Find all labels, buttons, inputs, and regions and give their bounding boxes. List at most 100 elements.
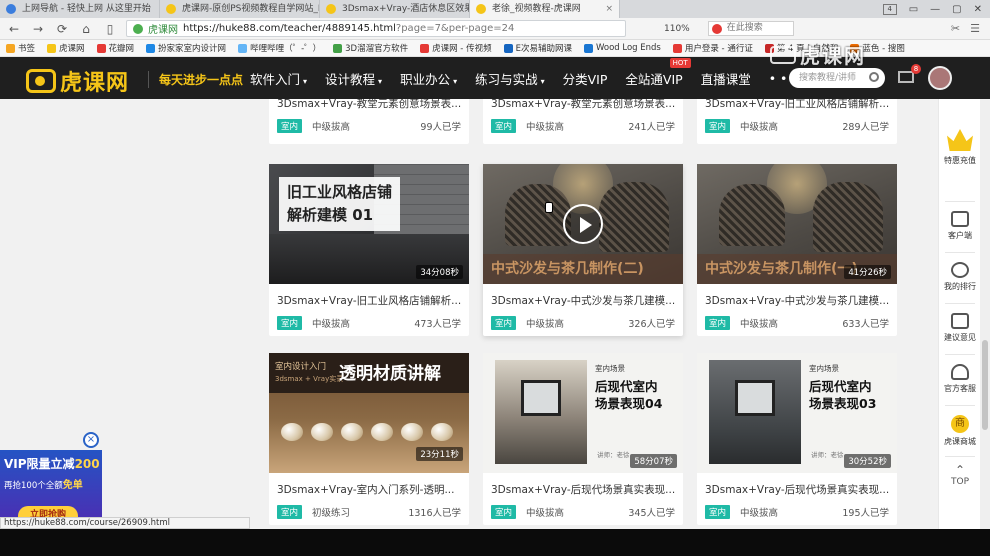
sidebar-item-client[interactable]: 客户端 (939, 211, 981, 241)
course-card[interactable]: 室内场景 后现代室内 场景表现03 讲师：老徐 30分52秒 3Dsmax+Vr… (697, 353, 897, 525)
course-title[interactable]: 3Dsmax+Vray-教堂元素创意场景表... (269, 99, 469, 111)
watermark-icon (770, 45, 796, 64)
mail-icon[interactable]: 8 (898, 64, 921, 83)
browser-tab-bar: 上网导航 - 轻快上网 从这里开始 虎课网-原创PS视频教程自学网站_P... … (0, 0, 990, 18)
learner-count: 326人已学 (628, 319, 675, 330)
back-to-top-button[interactable]: ⌃ TOP (939, 463, 981, 487)
thumbnail-title: 旧工业风格店铺 解析建模 01 (279, 177, 401, 231)
course-title[interactable]: 3Dsmax+Vray-室内入门系列-透明... (269, 473, 469, 497)
forward-icon[interactable]: → (30, 21, 46, 37)
course-card[interactable]: 中式沙发与茶几制作(二) 3Dsmax+Vray-中式沙发与茶几建模... 室内… (483, 164, 683, 336)
course-card[interactable]: 3Dsmax+Vray-旧工业风格店铺解析... 室内 中级拔高 289人已学 (697, 99, 897, 144)
crown-icon (947, 129, 973, 151)
page-scrollbar[interactable] (980, 99, 990, 529)
bookmark-icon (47, 43, 57, 53)
browser-search-box[interactable]: 在此搜索 (707, 21, 794, 36)
home-icon[interactable]: ⌂ (78, 21, 94, 37)
nav-item[interactable]: 直播课堂 (701, 69, 751, 88)
learner-count: 241人已学 (628, 122, 675, 133)
course-thumbnail[interactable]: 中式沙发与茶几制作(一) 41分26秒 (697, 164, 897, 284)
category-tag: 室内 (277, 316, 303, 330)
back-icon[interactable]: ← (6, 21, 22, 37)
play-icon[interactable] (563, 204, 603, 244)
bookmark-item[interactable]: 扮家家室内设计网 (146, 42, 226, 54)
course-title[interactable]: 3Dsmax+Vray-旧工业风格店铺解析... (697, 99, 897, 111)
course-card[interactable]: 室内设计入门 3dsmax + Vray实录 透明材质讲解 23分11秒 3Ds… (269, 353, 469, 525)
course-title[interactable]: 3Dsmax+Vray-旧工业风格店铺解析... (269, 284, 469, 308)
tab-close-icon[interactable]: × (605, 0, 613, 18)
site-logo[interactable]: 虎课网 (26, 65, 129, 97)
maximize-icon[interactable]: ▢ (952, 4, 961, 15)
course-title[interactable]: 3Dsmax+Vray-后现代场景真实表现... (483, 473, 683, 497)
course-level: 中级拔高 (312, 319, 351, 330)
learner-count: 345人已学 (628, 508, 675, 519)
sidebar-item-support[interactable]: 官方客服 (939, 364, 981, 394)
tab-count-icon[interactable]: 4 (882, 3, 897, 15)
nav-item[interactable]: 分类VIP (563, 69, 608, 88)
desktop-icon (951, 211, 969, 227)
refresh-icon[interactable]: ⟳ (54, 21, 70, 37)
sidebar-item-recharge[interactable]: 特惠充值 (939, 129, 981, 166)
learner-count: 289人已学 (842, 122, 889, 133)
bookmark-item[interactable]: 花瓣网 (96, 42, 134, 54)
vip-promo-ad[interactable]: VIP限量立减200 再抢100个全额免单 立即抢购 (0, 450, 102, 520)
course-card[interactable]: 中式沙发与茶几制作(一) 41分26秒 3Dsmax+Vray-中式沙发与茶几建… (697, 164, 897, 336)
chevron-down-icon: ▾ (540, 76, 545, 86)
bookmark-item[interactable]: E次易辅助网课 (503, 42, 572, 54)
bookmark-item[interactable]: 虎课网 (47, 42, 85, 54)
browser-tab-active[interactable]: 老徐_视频教程-虎课网 × (470, 0, 620, 18)
ad-close-icon[interactable]: × (83, 432, 99, 448)
close-window-icon[interactable]: ✕ (974, 4, 982, 15)
course-thumbnail[interactable]: 旧工业风格店铺 解析建模 01 34分08秒 (269, 164, 469, 284)
minimize-icon[interactable]: — (930, 4, 940, 15)
chevron-down-icon: ▾ (378, 76, 383, 86)
browser-tab[interactable]: 3Dsmax+Vray-酒店休息区效果表现 (320, 0, 470, 18)
bookmark-item[interactable]: 虎课网 - 传视频 (420, 42, 492, 54)
reader-icon[interactable]: ▯ (102, 21, 118, 37)
sidebar-item-feedback[interactable]: 建议意见 (939, 313, 981, 343)
secure-lock-icon (133, 23, 143, 34)
thumbnail-author: 讲师：老徐 (597, 451, 630, 459)
extension-icon[interactable]: ✂ (951, 22, 960, 35)
sidebar-item-ranking[interactable]: 我的排行 (939, 262, 981, 292)
promo-subline: 再抢100个全额免单 (4, 480, 83, 491)
scrollbar-thumb[interactable] (982, 340, 988, 430)
search-icon[interactable] (869, 72, 879, 82)
avatar[interactable] (928, 66, 952, 90)
nav-item[interactable]: 软件入门 ▾ (250, 69, 307, 88)
browser-tab[interactable]: 虎课网-原创PS视频教程自学网站_P... (160, 0, 320, 18)
sidebar-item-shop[interactable]: 商 虎课商城 (939, 415, 981, 447)
course-card[interactable]: 旧工业风格店铺 解析建模 01 34分08秒 3Dsmax+Vray-旧工业风格… (269, 164, 469, 336)
course-card[interactable]: 3Dsmax+Vray-教堂元素创意场景表... 室内 中级拔高 99人已学 (269, 99, 469, 144)
menu-icon[interactable]: ☰ (970, 22, 980, 35)
site-search-input[interactable]: 搜索教程/讲师 (789, 68, 885, 88)
window-controls: 4 ▭ — ▢ ✕ (882, 0, 990, 18)
category-tag: 室内 (277, 505, 303, 519)
zoom-level[interactable]: 110% (664, 24, 690, 34)
course-title[interactable]: 3Dsmax+Vray-中式沙发与茶几建模... (483, 284, 683, 308)
nav-item[interactable]: 设计教程 ▾ (325, 69, 382, 88)
course-thumbnail[interactable]: 室内设计入门 3dsmax + Vray实录 透明材质讲解 23分11秒 (269, 353, 469, 473)
course-title[interactable]: 3Dsmax+Vray-后现代场景真实表现... (697, 473, 897, 497)
bookmark-item[interactable]: 书签 (6, 42, 35, 54)
course-level: 中级拔高 (526, 122, 565, 133)
course-level: 中级拔高 (526, 319, 565, 330)
url-bar[interactable]: 虎课网 https://huke88.com/teacher/4889145.h… (126, 20, 626, 37)
nav-item[interactable]: 全站通VIP HOT (625, 57, 691, 88)
nav-item[interactable]: 职业办公 ▾ (400, 69, 457, 88)
restore-icon[interactable]: ▭ (909, 4, 918, 15)
course-thumbnail[interactable]: 中式沙发与茶几制作(二) (483, 164, 683, 284)
course-card[interactable]: 3Dsmax+Vray-教堂元素创意场景表... 室内 中级拔高 241人已学 (483, 99, 683, 144)
course-thumbnail[interactable]: 室内场景 后现代室内 场景表现03 讲师：老徐 30分52秒 (697, 353, 897, 473)
browser-tab[interactable]: 上网导航 - 轻快上网 从这里开始 (0, 0, 160, 18)
bookmark-item[interactable]: 3D溜溜官方软件 (333, 42, 408, 54)
course-title[interactable]: 3Dsmax+Vray-中式沙发与茶几建模... (697, 284, 897, 308)
bookmark-item[interactable]: 哔哩哔哩（゜-゜） (238, 42, 321, 54)
thumbnail-title: 中式沙发与茶几制作(一) (705, 261, 858, 277)
bookmark-item[interactable]: Wood Log Ends (583, 43, 661, 53)
course-title[interactable]: 3Dsmax+Vray-教堂元素创意场景表... (483, 99, 683, 111)
nav-item[interactable]: 练习与实战 ▾ (475, 69, 545, 88)
bookmark-item[interactable]: 用户登录 - 通行证 (672, 42, 753, 54)
course-card[interactable]: 室内场景 后现代室内 场景表现04 讲师：老徐 58分07秒 3Dsmax+Vr… (483, 353, 683, 525)
course-thumbnail[interactable]: 室内场景 后现代室内 场景表现04 讲师：老徐 58分07秒 (483, 353, 683, 473)
